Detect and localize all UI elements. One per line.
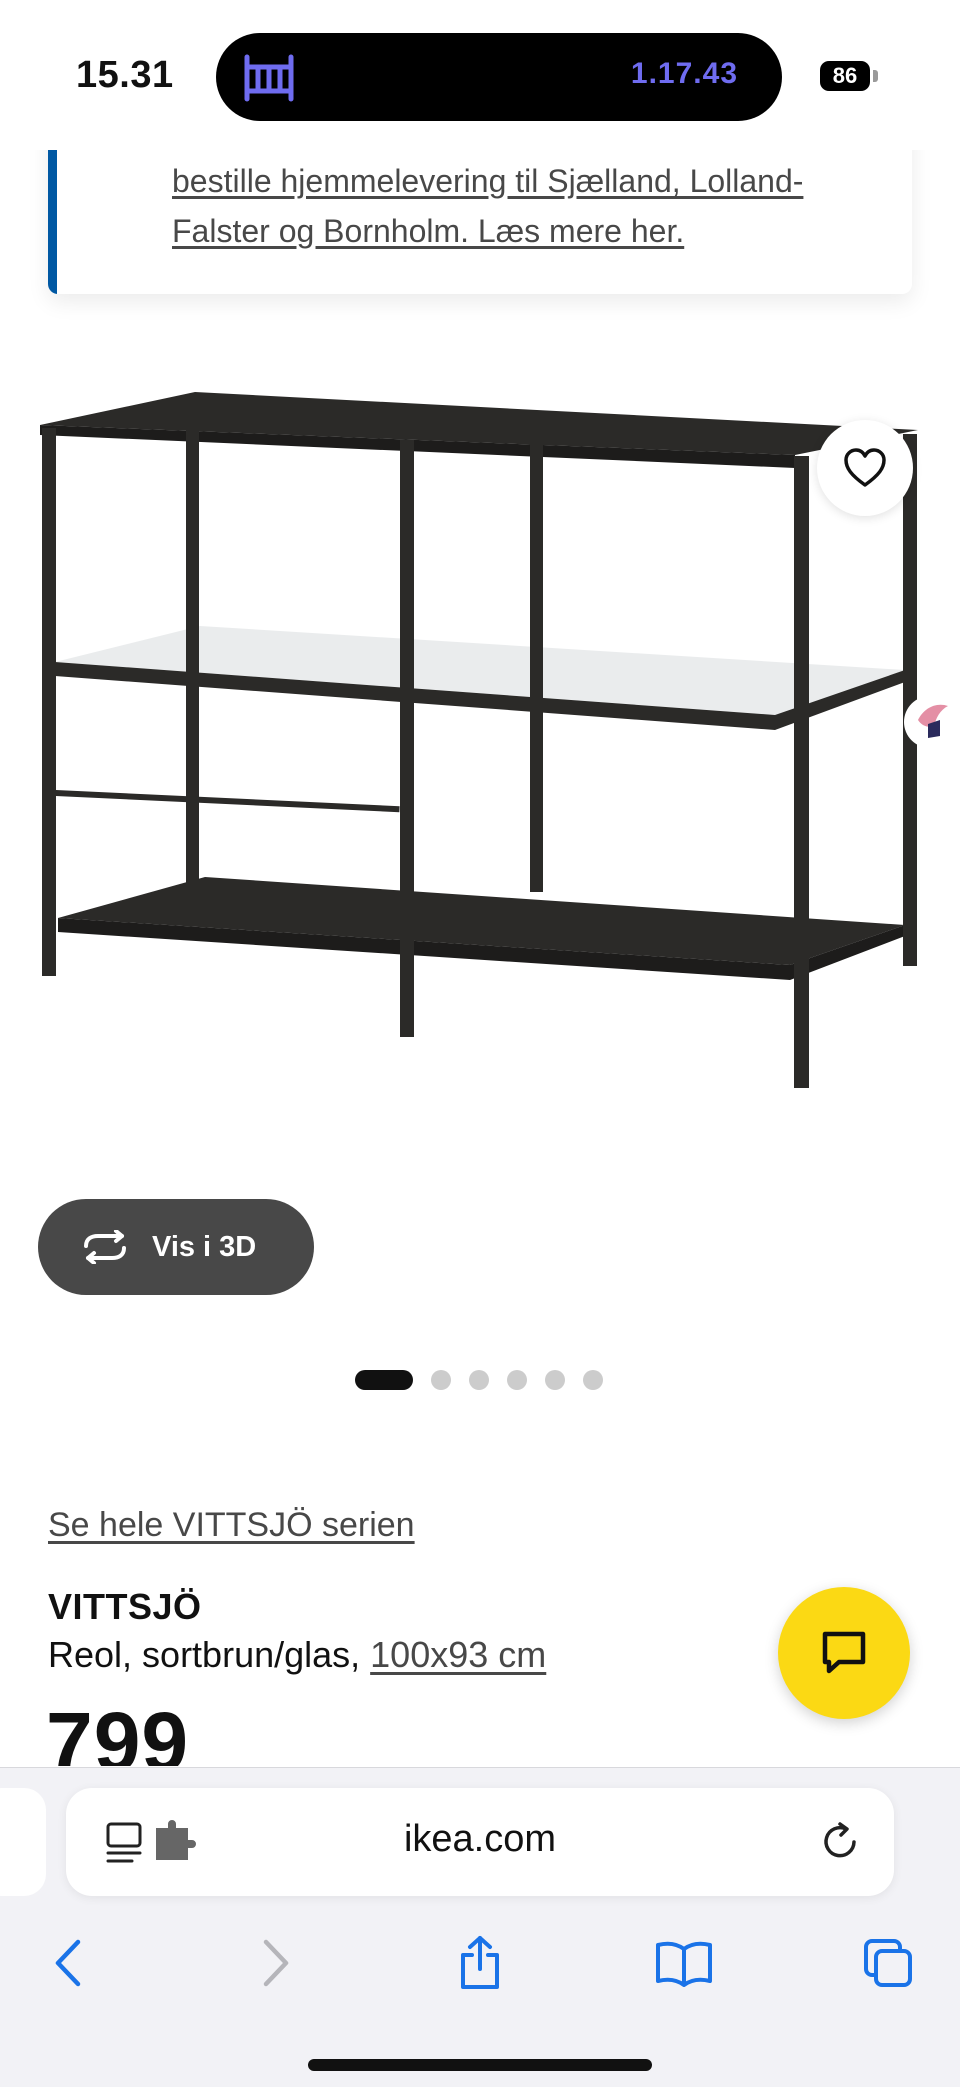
bookmarks-button[interactable] (644, 1923, 724, 2003)
activity-timer: 1.17.43 (630, 57, 738, 90)
heart-icon (844, 448, 886, 487)
product-size-link[interactable]: 100x93 cm (370, 1634, 546, 1675)
safari-nav-toolbar (0, 1923, 960, 2019)
carousel-dot[interactable] (507, 1370, 527, 1390)
forward-icon (263, 1939, 289, 1987)
share-icon (461, 1936, 499, 1989)
chat-button[interactable] (778, 1587, 910, 1719)
crib-icon (244, 54, 294, 102)
view-3d-button[interactable]: Vis i 3D (38, 1199, 314, 1295)
product-image[interactable] (0, 380, 960, 1340)
home-indicator (308, 2059, 652, 2071)
status-bar: 15.31 1.17.43 86 (0, 0, 960, 150)
tabs-icon (864, 1939, 912, 1987)
reload-icon[interactable] (816, 1818, 864, 1866)
address-bar[interactable]: ikea.com (66, 1788, 894, 1896)
bookmarks-icon (656, 1941, 712, 1987)
tabs-button[interactable] (848, 1923, 928, 2003)
share-button[interactable] (440, 1923, 520, 2003)
view-3d-label: Vis i 3D (152, 1230, 257, 1263)
status-time: 15.31 (76, 54, 174, 96)
url-text: ikea.com (403, 1818, 557, 1860)
carousel-dot[interactable] (583, 1370, 603, 1390)
browser-toolbar: ikea.com (0, 1767, 960, 2087)
back-button[interactable] (28, 1923, 108, 2003)
back-icon (55, 1939, 81, 1987)
carousel-dot[interactable] (469, 1370, 489, 1390)
product-name: VITTSJÖ (48, 1586, 202, 1627)
forward-button[interactable] (236, 1923, 316, 2003)
battery-indicator: 86 (820, 61, 870, 91)
product-description-text: Reol, sortbrun/glas, (48, 1634, 371, 1675)
delivery-notice-link[interactable]: bestille hjemmelevering til Sjælland, Lo… (172, 156, 892, 256)
carousel-dot[interactable] (355, 1370, 413, 1390)
previous-tab-preview[interactable] (0, 1788, 46, 1896)
product-description: Reol, sortbrun/glas, 100x93 cm (48, 1634, 546, 1676)
series-link[interactable]: Se hele VITTSJÖ serien (48, 1506, 415, 1545)
side-tab-icon[interactable] (900, 690, 960, 754)
carousel-dots (355, 1370, 621, 1390)
rotate-3d-icon (84, 1230, 126, 1264)
product-price: 799 (46, 1700, 190, 1766)
carousel-dot[interactable] (545, 1370, 565, 1390)
favorite-button[interactable] (817, 420, 913, 516)
battery-tip (873, 70, 878, 82)
dynamic-island[interactable]: 1.17.43 (216, 33, 782, 121)
chat-icon (822, 1631, 866, 1674)
carousel-dot[interactable] (431, 1370, 451, 1390)
